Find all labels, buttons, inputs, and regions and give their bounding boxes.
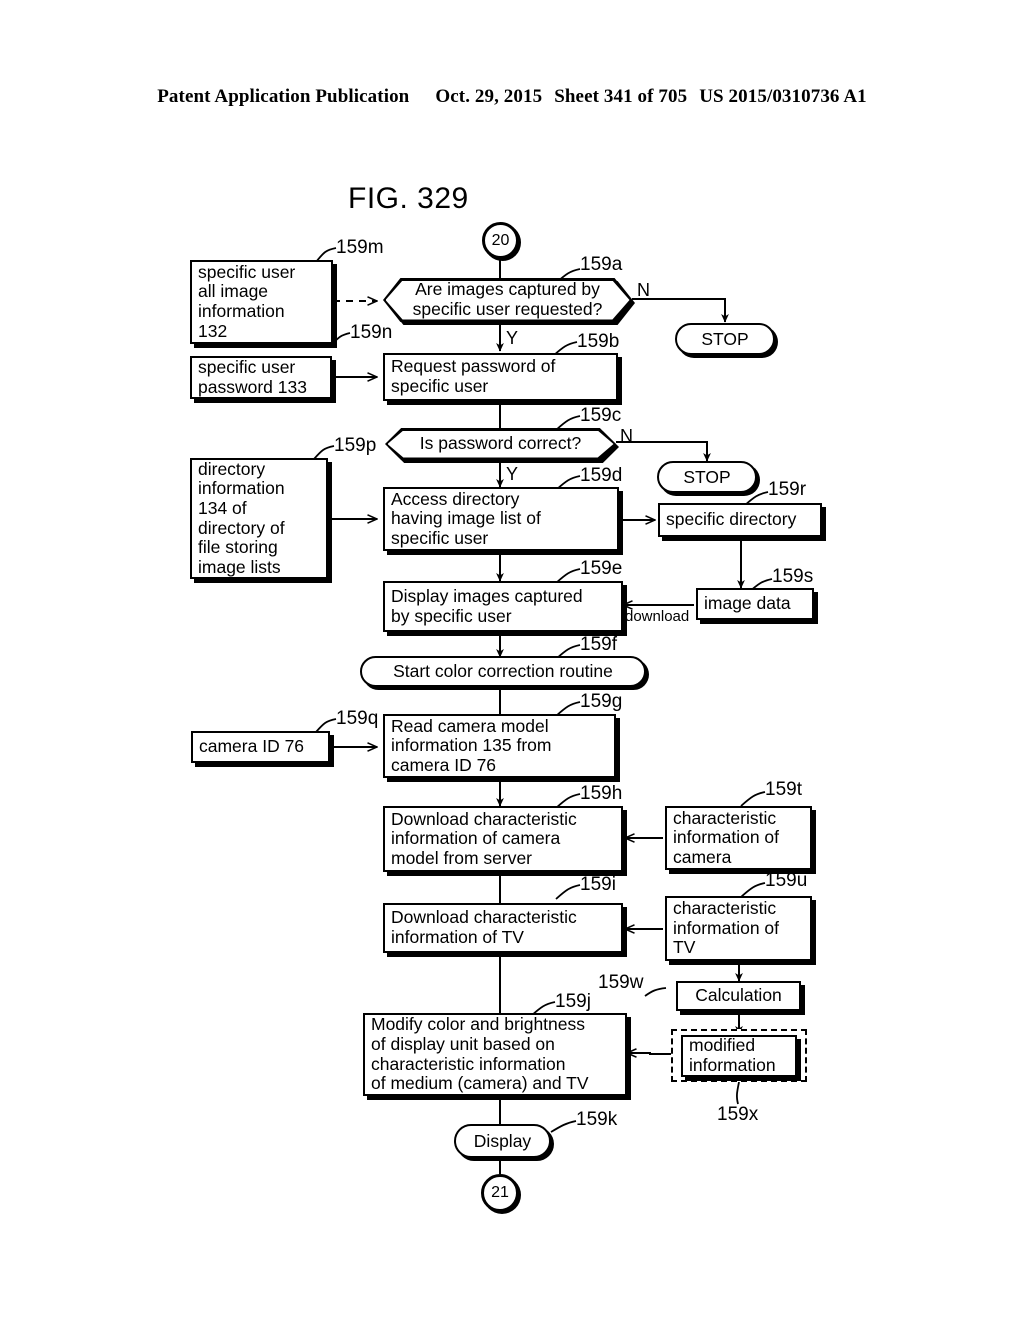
process-node-159h[interactable]: Download characteristic information of c… bbox=[383, 806, 623, 872]
terminator-display-label: Display bbox=[473, 1130, 532, 1151]
ref-159s: 159s bbox=[772, 566, 814, 587]
data-node-159q[interactable]: camera ID 76 bbox=[191, 731, 330, 763]
header-publication: Patent Application Publication bbox=[157, 86, 410, 107]
ref-159f: 159f bbox=[580, 634, 617, 655]
ref-159m: 159m bbox=[336, 237, 384, 258]
edge-label-no-1: N bbox=[637, 280, 650, 300]
process-node-159w-label: Calculation bbox=[695, 985, 782, 1006]
connector-entry-label: 20 bbox=[491, 231, 510, 249]
process-node-159j[interactable]: Modify color and brightness of display u… bbox=[363, 1013, 627, 1096]
connector-exit-label: 21 bbox=[491, 1184, 509, 1201]
edge-label-download: download bbox=[625, 608, 690, 625]
data-node-159m-label: specific user all image information 132 bbox=[198, 261, 296, 341]
header-sheet: Sheet 341 of 705 bbox=[554, 86, 688, 107]
ref-159x: 159x bbox=[717, 1104, 759, 1125]
data-node-159t-label: characteristic information of camera bbox=[673, 807, 780, 867]
data-node-159n-label: specific user password 133 bbox=[198, 356, 307, 397]
decision-node-159a-label: Are images captured by specific user req… bbox=[412, 279, 603, 319]
process-node-159i[interactable]: Download characteristic information of T… bbox=[383, 903, 623, 953]
ref-159h: 159h bbox=[580, 783, 623, 804]
routine-node-159f-label: Start color correction routine bbox=[393, 661, 613, 681]
header-date: Oct. 29, 2015 bbox=[435, 86, 543, 107]
decision-node-159c[interactable]: Is password correct? bbox=[385, 428, 619, 463]
terminator-stop-2[interactable]: STOP bbox=[657, 461, 757, 493]
figure-title: FIG. 329 bbox=[348, 182, 469, 215]
ref-159i: 159i bbox=[580, 874, 616, 895]
data-node-159x[interactable]: modified information bbox=[681, 1035, 797, 1077]
ref-159j: 159j bbox=[555, 991, 591, 1012]
data-node-159s[interactable]: image data bbox=[696, 588, 814, 620]
ref-159g: 159g bbox=[580, 691, 623, 712]
ref-159w: 159w bbox=[598, 972, 644, 993]
connector-exit-21[interactable]: 21 bbox=[481, 1174, 519, 1212]
process-node-159i-label: Download characteristic information of T… bbox=[391, 907, 577, 947]
data-node-159q-label: camera ID 76 bbox=[199, 736, 305, 757]
ref-159q: 159q bbox=[336, 708, 379, 729]
ref-159u: 159u bbox=[765, 870, 808, 891]
data-node-159m[interactable]: specific user all image information 132 bbox=[190, 260, 333, 344]
decision-node-159a[interactable]: Are images captured by specific user req… bbox=[383, 278, 635, 325]
ref-159c: 159c bbox=[580, 405, 622, 426]
edge-label-no-2: N bbox=[620, 426, 633, 446]
process-node-159h-label: Download characteristic information of c… bbox=[391, 808, 577, 868]
routine-node-159f[interactable]: Start color correction routine bbox=[360, 656, 646, 687]
ref-159r: 159r bbox=[768, 479, 807, 500]
ref-159a: 159a bbox=[580, 254, 623, 275]
process-node-159w[interactable]: Calculation bbox=[676, 981, 801, 1011]
terminator-display-159k[interactable]: Display bbox=[454, 1124, 551, 1158]
ref-159t: 159t bbox=[765, 779, 802, 800]
process-node-159b-label: Request password of specific user bbox=[391, 356, 556, 396]
process-node-159e[interactable]: Display images captured by specific user bbox=[383, 581, 623, 632]
edge-label-yes-1: Y bbox=[506, 328, 519, 348]
data-node-159p[interactable]: directory information 134 of directory o… bbox=[190, 458, 328, 579]
header-document-number: US 2015/0310736 A1 bbox=[699, 86, 867, 107]
terminator-stop-2-label: STOP bbox=[683, 466, 731, 487]
patent-header: Patent Application Publication Oct. 29, 2… bbox=[0, 86, 1024, 108]
terminator-stop-1-label: STOP bbox=[701, 328, 749, 349]
ref-159b: 159b bbox=[577, 331, 620, 352]
data-node-159s-label: image data bbox=[704, 593, 791, 614]
terminator-stop-1[interactable]: STOP bbox=[675, 323, 775, 355]
process-node-159b[interactable]: Request password of specific user bbox=[383, 353, 618, 401]
data-node-159n[interactable]: specific user password 133 bbox=[190, 356, 332, 399]
process-node-159e-label: Display images captured by specific user bbox=[391, 585, 583, 626]
process-node-159g-label: Read camera model information 135 from c… bbox=[391, 715, 552, 775]
data-node-159r[interactable]: specific directory bbox=[658, 503, 822, 537]
data-node-159u-label: characteristic information of TV bbox=[673, 898, 780, 958]
edge-label-yes-2: Y bbox=[506, 464, 519, 484]
data-node-159r-label: specific directory bbox=[666, 509, 797, 530]
data-node-159u[interactable]: characteristic information of TV bbox=[665, 896, 812, 961]
data-node-159t[interactable]: characteristic information of camera bbox=[665, 806, 812, 870]
process-node-159g[interactable]: Read camera model information 135 from c… bbox=[383, 714, 616, 778]
process-node-159d[interactable]: Access directory having image list of sp… bbox=[383, 487, 619, 551]
ref-159n: 159n bbox=[350, 322, 393, 343]
data-node-159x-label: modified information bbox=[689, 1035, 776, 1075]
process-node-159d-label: Access directory having image list of sp… bbox=[391, 488, 541, 548]
ref-159e: 159e bbox=[580, 558, 623, 579]
connector-entry-20[interactable]: 20 bbox=[482, 222, 519, 259]
ref-159d: 159d bbox=[580, 465, 623, 486]
ref-159p: 159p bbox=[334, 435, 377, 456]
ref-159k: 159k bbox=[576, 1109, 618, 1130]
decision-node-159c-label: Is password correct? bbox=[419, 433, 582, 454]
data-node-159p-label: directory information 134 of directory o… bbox=[198, 458, 285, 577]
process-node-159j-label: Modify color and brightness of display u… bbox=[371, 1014, 589, 1094]
